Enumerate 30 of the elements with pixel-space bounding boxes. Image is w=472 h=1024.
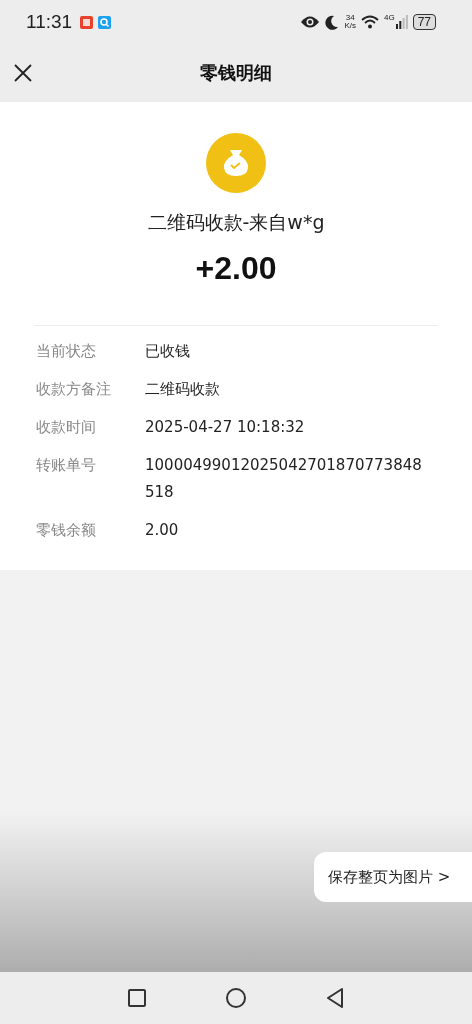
net-speed-value: 34 xyxy=(345,14,355,22)
wifi-icon xyxy=(360,15,379,29)
moon-icon xyxy=(325,14,340,30)
transaction-amount: +2.00 xyxy=(195,250,277,287)
battery-indicator: 77 xyxy=(412,14,436,30)
detail-label: 零钱余额 xyxy=(36,520,97,541)
detail-value: 二维码收款 xyxy=(145,379,221,400)
net-speed-unit: K/s xyxy=(344,22,356,30)
close-icon[interactable] xyxy=(14,64,32,82)
recent-apps-icon[interactable] xyxy=(127,988,147,1008)
detail-value: 10000499012025042701870773848518 xyxy=(145,455,423,503)
page-title: 零钱明细 xyxy=(200,61,272,85)
money-bag-icon xyxy=(206,133,266,193)
detail-value: 已收钱 xyxy=(145,341,191,362)
detail-label: 转账单号 xyxy=(36,455,97,476)
detail-label: 收款方备注 xyxy=(36,379,112,400)
detail-label: 收款时间 xyxy=(36,417,97,438)
signal-icon xyxy=(395,15,408,29)
detail-label: 当前状态 xyxy=(36,341,97,362)
transaction-title: 二维码收款-来自w*g xyxy=(147,210,325,235)
app-notification-icon xyxy=(80,15,94,29)
status-time: 11:31 xyxy=(26,11,73,33)
home-icon[interactable] xyxy=(225,987,247,1009)
back-icon[interactable] xyxy=(325,987,345,1009)
eye-icon xyxy=(300,15,321,29)
detail-value: 2.00 xyxy=(145,520,180,541)
network-type: 4G xyxy=(383,13,395,22)
detail-value: 2025-04-27 10:18:32 xyxy=(145,417,306,438)
search-app-icon xyxy=(98,15,112,29)
save-as-image-button[interactable]: 保存整页为图片 > xyxy=(314,852,472,902)
